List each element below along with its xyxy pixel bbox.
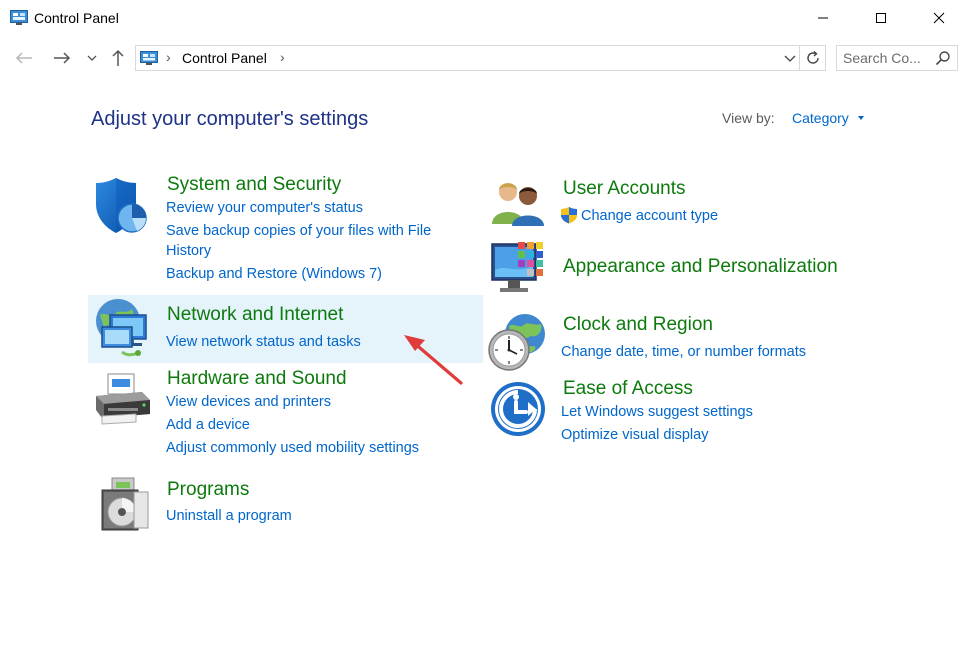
back-arrow-icon — [15, 52, 32, 64]
link-devices-printers[interactable]: View devices and printers — [166, 394, 331, 410]
back-button[interactable] — [12, 46, 36, 70]
refresh-button[interactable] — [800, 45, 826, 71]
category-system-security[interactable]: System and Security — [167, 174, 341, 196]
up-button[interactable] — [106, 46, 130, 70]
category-user-accounts[interactable]: User Accounts — [563, 178, 686, 200]
up-arrow-icon — [112, 49, 124, 66]
category-ease-of-access[interactable]: Ease of Access — [563, 378, 693, 400]
search-icon[interactable] — [935, 50, 951, 66]
uac-shield-icon — [560, 206, 578, 224]
ease-of-access-icon[interactable] — [488, 380, 548, 440]
minimize-button[interactable] — [800, 0, 846, 36]
control-panel-icon — [10, 10, 28, 26]
view-by-dropdown[interactable]: Category — [792, 110, 849, 126]
address-bar[interactable]: › Control Panel › — [135, 45, 800, 71]
maximize-button[interactable] — [858, 0, 904, 36]
close-icon — [933, 12, 945, 24]
clock-globe-icon[interactable] — [487, 312, 547, 372]
link-optimize-display[interactable]: Optimize visual display — [561, 427, 708, 443]
search-input[interactable] — [843, 49, 933, 67]
monitor-palette-icon[interactable] — [490, 240, 550, 300]
category-clock-region[interactable]: Clock and Region — [563, 314, 713, 336]
link-date-time-formats[interactable]: Change date, time, or number formats — [561, 344, 806, 360]
chevron-down-icon — [87, 55, 97, 61]
recent-locations-button[interactable] — [82, 46, 102, 70]
programs-disc-icon[interactable] — [98, 476, 158, 536]
link-network-status[interactable]: View network status and tasks — [166, 334, 361, 350]
forward-button[interactable] — [50, 46, 74, 70]
printer-icon[interactable] — [92, 370, 152, 430]
category-programs[interactable]: Programs — [167, 479, 249, 501]
search-box[interactable] — [836, 45, 958, 71]
control-panel-icon — [140, 51, 158, 66]
red-arrow-annotation — [395, 325, 470, 390]
category-appearance-personalization[interactable]: Appearance and Personalization — [563, 256, 838, 278]
link-review-status[interactable]: Review your computer's status — [166, 200, 363, 216]
network-globe-icon[interactable] — [92, 297, 152, 357]
close-button[interactable] — [916, 0, 962, 36]
link-suggest-settings[interactable]: Let Windows suggest settings — [561, 404, 753, 420]
window-title: Control Panel — [34, 10, 119, 26]
refresh-icon — [806, 50, 819, 64]
breadcrumb-separator[interactable]: › — [166, 49, 171, 65]
maximize-icon — [876, 13, 886, 23]
link-backup-restore[interactable]: Backup and Restore (Windows 7) — [166, 266, 382, 282]
address-dropdown-button[interactable] — [782, 49, 798, 67]
link-save-backup-continued[interactable]: History — [166, 243, 211, 259]
shield-icon[interactable] — [94, 176, 154, 236]
view-by-label: View by: — [722, 110, 775, 126]
forward-arrow-icon — [54, 52, 71, 64]
page-title: Adjust your computer's settings — [91, 108, 369, 130]
caret-down-icon[interactable] — [858, 116, 864, 120]
link-save-backup[interactable]: Save backup copies of your files with Fi… — [166, 223, 431, 239]
category-network-internet[interactable]: Network and Internet — [167, 304, 343, 326]
link-add-device[interactable]: Add a device — [166, 417, 250, 433]
users-icon[interactable] — [490, 178, 550, 238]
link-mobility-settings[interactable]: Adjust commonly used mobility settings — [166, 440, 419, 456]
breadcrumb-separator[interactable]: › — [280, 49, 285, 65]
category-hardware-sound[interactable]: Hardware and Sound — [167, 368, 347, 390]
link-change-account-type[interactable]: Change account type — [581, 208, 718, 224]
chevron-down-icon — [784, 55, 796, 62]
link-uninstall-program[interactable]: Uninstall a program — [166, 508, 292, 524]
minimize-icon — [818, 17, 828, 19]
breadcrumb-control-panel[interactable]: Control Panel — [182, 50, 267, 66]
